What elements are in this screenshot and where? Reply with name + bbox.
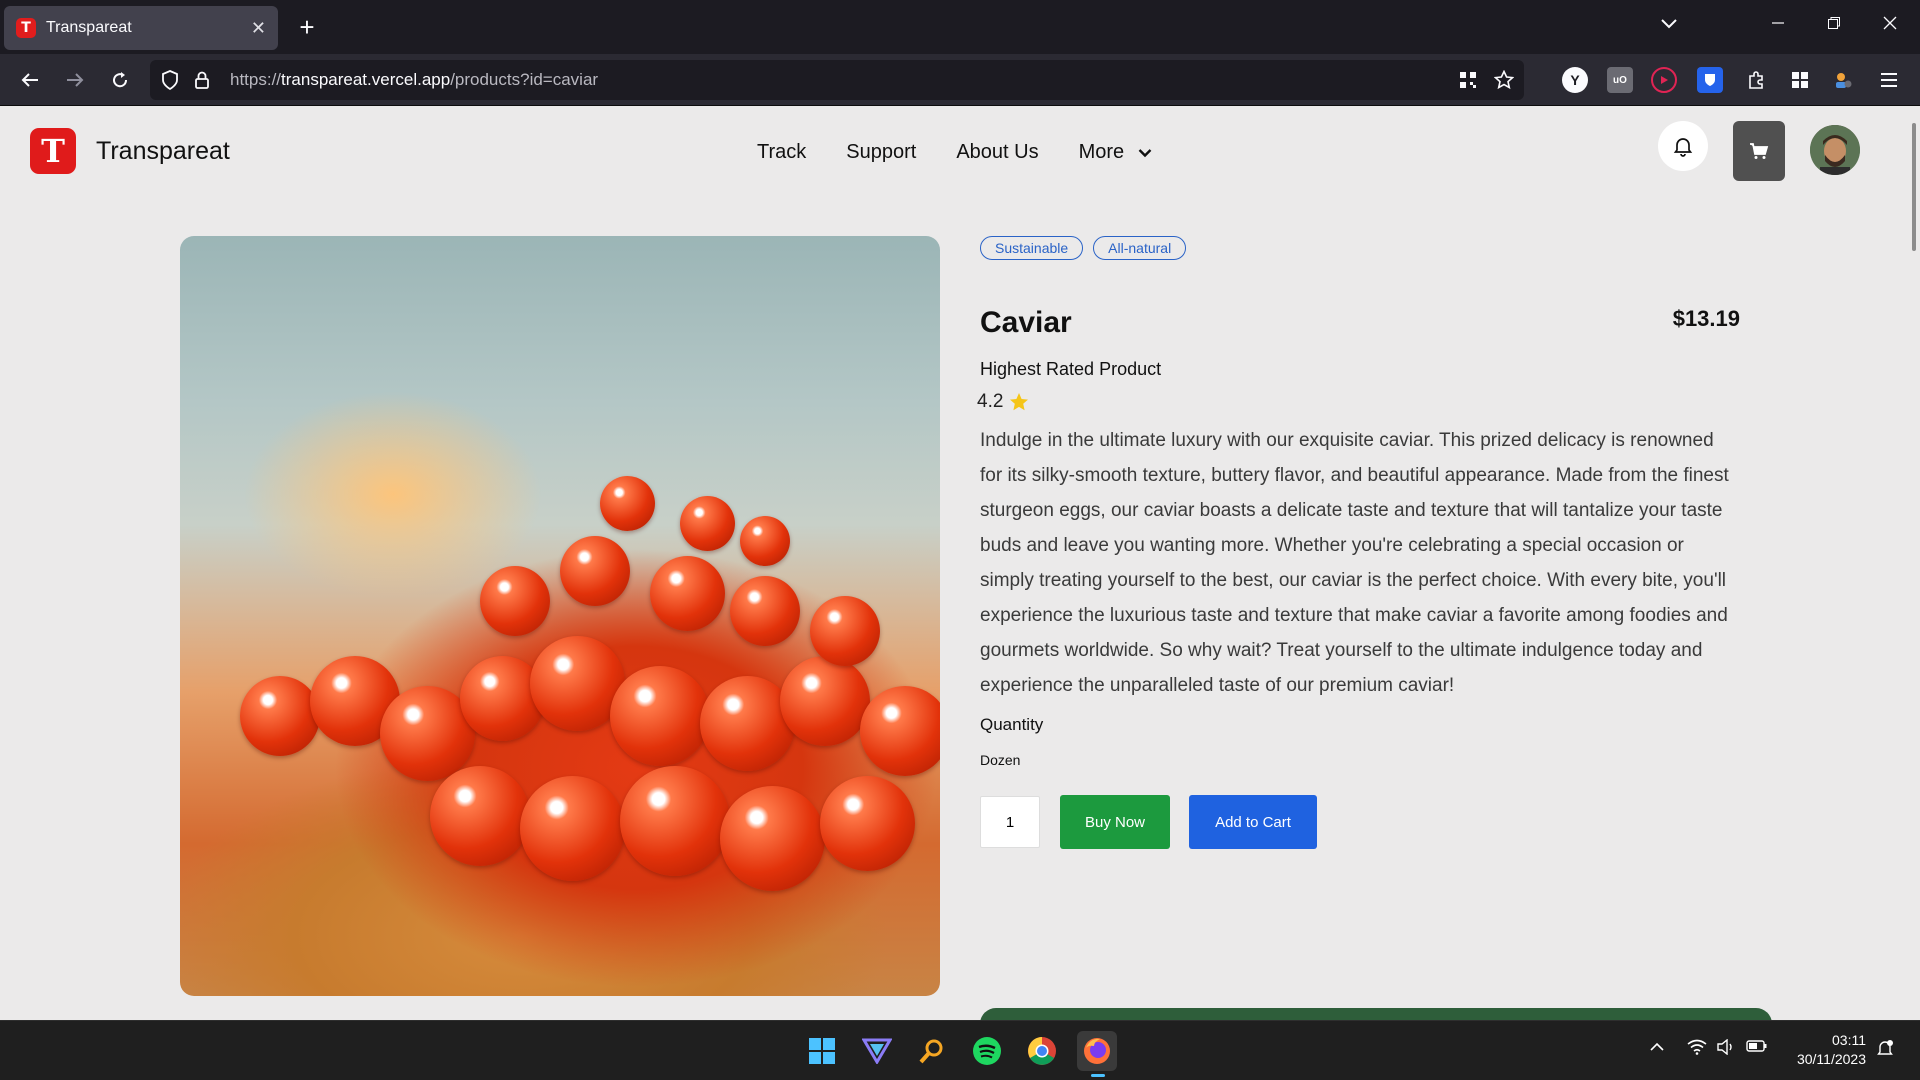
lock-icon[interactable] [188, 66, 216, 94]
quantity-label: Quantity [980, 715, 1044, 734]
caviar-egg [480, 566, 550, 636]
bookmark-star-icon[interactable] [1490, 66, 1518, 94]
buy-now-button[interactable]: Buy Now [1060, 795, 1170, 849]
bell-icon [1673, 138, 1693, 157]
caviar-egg [620, 766, 730, 876]
chevron-down-icon [1138, 148, 1152, 157]
web-page: T Transpareat Track Support About Us Mor… [0, 107, 1920, 1020]
hamburger-menu-icon[interactable] [1876, 67, 1902, 93]
brand-name[interactable]: Transpareat [96, 137, 230, 166]
caviar-egg [610, 666, 710, 766]
tab-title: Transpareat [46, 19, 132, 36]
tray-overflow-chevron-icon[interactable] [1650, 1039, 1664, 1057]
caviar-egg [820, 776, 915, 871]
address-bar[interactable]: https://transpareat.vercel.app/products?… [150, 60, 1524, 100]
caviar-egg [740, 516, 790, 566]
main-nav: Track Support About Us More [757, 141, 1152, 164]
browser-tab-strip: T Transpareat ✕ + [0, 0, 1920, 54]
caviar-egg [860, 686, 940, 776]
new-tab-button[interactable]: + [292, 12, 322, 42]
caviar-egg [810, 596, 880, 666]
cart-button[interactable] [1733, 121, 1785, 181]
qr-code-icon[interactable] [1454, 66, 1482, 94]
profile-extension-icon[interactable] [1830, 67, 1856, 93]
restore-icon[interactable] [1814, 14, 1854, 35]
star-icon [1010, 393, 1029, 411]
site-header: T Transpareat Track Support About Us Mor… [0, 107, 1900, 197]
browser-toolbar: https://transpareat.vercel.app/products?… [0, 54, 1920, 106]
list-all-tabs-icon[interactable] [1660, 14, 1678, 35]
caviar-egg [520, 776, 625, 881]
caviar-egg [680, 496, 735, 551]
proton-vpn-icon[interactable] [857, 1031, 897, 1071]
caviar-egg [560, 536, 630, 606]
extensions-puzzle-icon[interactable] [1743, 67, 1769, 93]
volume-icon[interactable] [1717, 1038, 1735, 1060]
product-image-caviar [180, 236, 940, 996]
product-details: Sustainable All-natural Caviar $13.19 Hi… [977, 236, 1770, 849]
product-rating: 4.2 [977, 391, 1029, 413]
record-extension-icon[interactable] [1651, 67, 1677, 93]
search-icon[interactable] [912, 1031, 952, 1071]
caviar-egg [240, 676, 320, 756]
url-text[interactable]: https://transpareat.vercel.app/products?… [230, 70, 598, 90]
windows-start-icon[interactable] [802, 1031, 842, 1071]
tab-favicon-icon: T [16, 18, 36, 38]
firefox-icon[interactable] [1077, 1031, 1117, 1077]
system-clock[interactable]: 03:11 30/11/2023 [1784, 1031, 1866, 1069]
caviar-egg [720, 786, 825, 891]
yandex-extension-icon[interactable]: Y [1562, 67, 1588, 93]
tag-all-natural[interactable]: All-natural [1093, 236, 1187, 260]
notification-bell-icon[interactable] [1876, 1039, 1894, 1062]
next-section-card [980, 1008, 1772, 1020]
minimize-icon[interactable] [1758, 14, 1798, 35]
product-title: Caviar [980, 306, 1072, 339]
quantity-unit: Dozen [980, 752, 1021, 768]
battery-icon[interactable] [1746, 1039, 1768, 1058]
rating-value: 4.2 [977, 391, 1004, 412]
caviar-egg [650, 556, 725, 631]
quantity-input[interactable] [980, 796, 1040, 848]
caviar-egg [780, 656, 870, 746]
caviar-egg [430, 766, 530, 866]
spotify-icon[interactable] [967, 1031, 1007, 1071]
bitwarden-icon[interactable] [1697, 67, 1723, 93]
product-description: Indulge in the ultimate luxury with our … [980, 430, 1729, 696]
nav-support[interactable]: Support [846, 141, 916, 164]
caviar-egg [730, 576, 800, 646]
page-scrollbar[interactable] [1912, 123, 1916, 251]
clock-date: 30/11/2023 [1796, 1051, 1866, 1067]
tab-close-icon[interactable]: ✕ [251, 18, 266, 39]
product-tags: Sustainable All-natural [980, 236, 1770, 260]
product-price: $13.19 [1672, 306, 1740, 331]
caviar-egg [600, 476, 655, 531]
notifications-button[interactable] [1658, 121, 1708, 171]
chrome-icon[interactable] [1022, 1031, 1062, 1071]
clock-time: 03:11 [1832, 1032, 1866, 1048]
wifi-icon[interactable] [1687, 1039, 1707, 1060]
url-path: /products?id=caviar [450, 70, 599, 89]
windows-taskbar: 03:11 30/11/2023 [0, 1020, 1920, 1080]
add-to-cart-button[interactable]: Add to Cart [1189, 795, 1317, 849]
url-scheme: https:// [230, 70, 282, 89]
transpareat-logo[interactable]: T [30, 128, 76, 174]
product-subtitle: Highest Rated Product [980, 359, 1162, 379]
user-avatar[interactable] [1810, 125, 1860, 175]
tracking-protection-shield-icon[interactable] [156, 66, 184, 94]
nav-more[interactable]: More [1079, 141, 1153, 164]
url-host: transpareat.vercel.app [281, 70, 451, 89]
active-app-indicator [1091, 1074, 1105, 1077]
forward-arrow-icon[interactable] [59, 64, 91, 96]
browser-tab[interactable]: T Transpareat ✕ [4, 6, 278, 50]
back-arrow-icon[interactable] [14, 64, 46, 96]
ublock-origin-icon[interactable]: uO [1607, 67, 1633, 93]
nav-more-label: More [1078, 141, 1125, 163]
nav-track[interactable]: Track [757, 141, 806, 164]
tag-sustainable[interactable]: Sustainable [980, 236, 1084, 260]
grid-extension-icon[interactable] [1787, 67, 1813, 93]
reload-icon[interactable] [104, 64, 136, 96]
cart-icon [1750, 143, 1769, 159]
nav-about-us[interactable]: About Us [956, 141, 1038, 164]
close-window-icon[interactable] [1870, 14, 1910, 35]
